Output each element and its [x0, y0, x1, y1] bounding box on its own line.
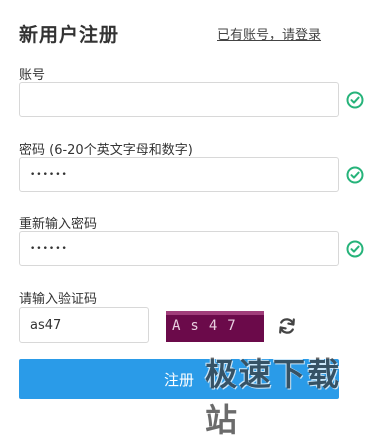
password-input[interactable] [19, 157, 339, 192]
confirm-password-input[interactable] [19, 231, 339, 266]
page-title: 新用户注册 [19, 24, 120, 46]
check-circle-icon [346, 91, 364, 109]
check-circle-icon [346, 240, 364, 258]
captcha-image[interactable]: As47 [166, 311, 264, 342]
captcha-text: As47 [172, 318, 246, 334]
refresh-icon[interactable] [277, 316, 297, 336]
account-label: 账号 [19, 68, 46, 83]
captcha-label: 请输入验证码 [19, 292, 98, 307]
check-circle-icon [346, 166, 364, 184]
register-button[interactable]: 注册 [19, 359, 339, 399]
captcha-input[interactable] [19, 307, 149, 343]
account-input[interactable] [19, 82, 339, 117]
captcha-stripe [166, 311, 264, 315]
login-link[interactable]: 已有账号，请登录 [217, 24, 321, 43]
password-label: 密码 (6-20个英文字母和数字) [19, 143, 193, 158]
confirm-password-label: 重新输入密码 [19, 217, 98, 232]
